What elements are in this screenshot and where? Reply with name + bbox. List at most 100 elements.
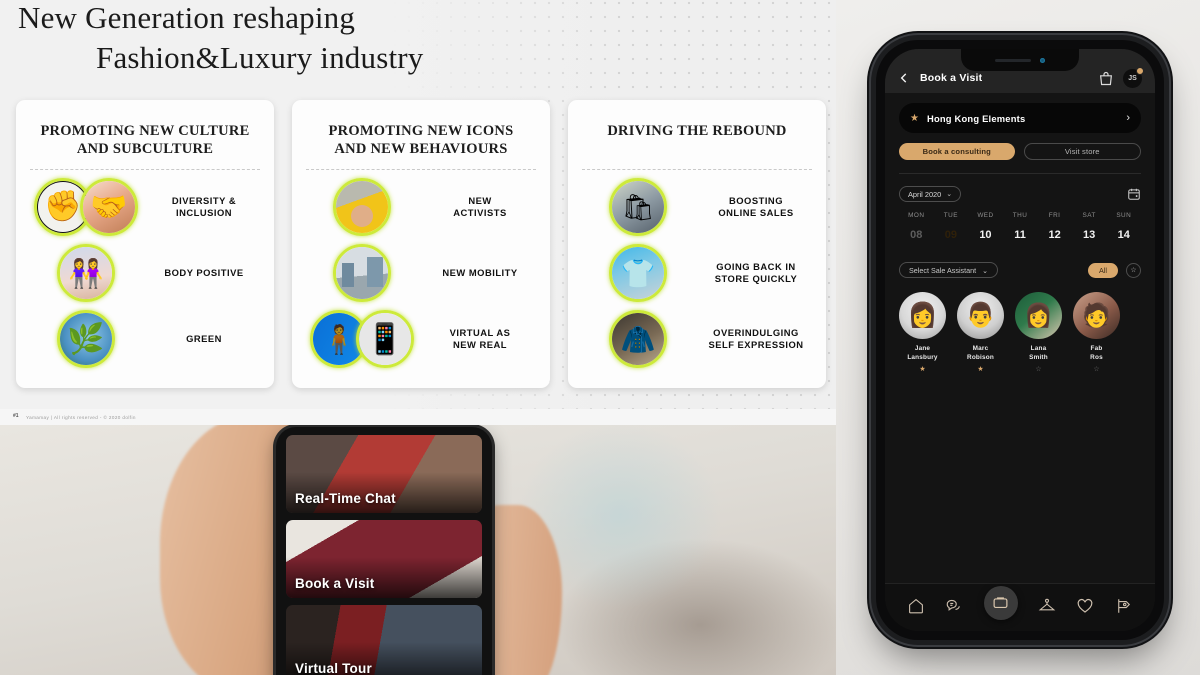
row-label-line-2: STORE QUICKLY	[714, 273, 798, 284]
select-sale-assistant-dropdown[interactable]: Select Sale Assistant ⌄	[899, 262, 999, 278]
row-label-line-2: ONLINE SALES	[718, 207, 794, 218]
card-row: BODY POSITIVE	[28, 244, 262, 302]
chevron-left-icon[interactable]	[897, 71, 911, 85]
row-label: VIRTUAL AS NEW REAL	[426, 327, 538, 352]
notification-badge	[1136, 66, 1144, 75]
row-thumbnails	[304, 244, 420, 302]
row-label: GREEN	[186, 332, 222, 344]
star-filled-icon: ★	[910, 112, 919, 124]
presentation-slide: New Generation reshaping Fashion&Luxury …	[0, 0, 836, 425]
month-selector[interactable]: April 2020 ⌄	[899, 186, 962, 202]
dayname: THU	[1012, 212, 1028, 219]
calendar-day[interactable]: 10	[968, 225, 1003, 246]
row-thumbnails	[28, 310, 144, 368]
city-mobility-icon	[333, 244, 391, 302]
row-label: BOOSTING ONLINE SALES	[702, 195, 814, 220]
card-title-line-2: AND NEW BEHAVIOURS	[334, 140, 508, 157]
assistant-card[interactable]: Fab Ros ☆	[1073, 292, 1120, 373]
star-outline-icon[interactable]: ☆	[1126, 262, 1141, 278]
row-label-line-1: OVERINDULGING	[713, 326, 799, 338]
card-label: Book a Visit	[295, 576, 375, 591]
row-label: DIVERSITY & INCLUSION	[150, 195, 262, 220]
calendar-header: April 2020 ⌄	[899, 186, 1141, 202]
card-rows: NEW ACTIVISTS NEW MOBILITY 🧍 📱 VIRTUAL A…	[304, 170, 538, 378]
card-title: DRIVING THE REBOUND	[580, 114, 814, 160]
toggle-book-a-consulting[interactable]: Book a consulting	[899, 143, 1015, 160]
calendar-icon[interactable]	[1127, 187, 1141, 201]
title-line-2: Fashion&Luxury industry	[96, 40, 424, 75]
name-line-1: Lana	[1030, 345, 1047, 352]
card-row: NEW MOBILITY	[304, 244, 538, 302]
store-selector[interactable]: ★ Hong Kong Elements ›	[899, 103, 1141, 133]
calendar-day[interactable]: 13	[1072, 225, 1107, 246]
assistant-list: Jane Lansbury ★ Marc Robison ★	[899, 292, 1141, 373]
feature-card-real-time-chat[interactable]: Real-Time Chat	[286, 435, 482, 513]
footer-copyright: Yamamay | All rights reserved - © 2020 d…	[26, 414, 136, 420]
store-queue-icon	[609, 244, 667, 302]
card-row: GREEN	[28, 310, 262, 368]
front-camera-icon	[1040, 57, 1045, 63]
assistant-card[interactable]: Marc Robison ★	[957, 292, 1004, 373]
chat-bubbles-icon[interactable]	[945, 597, 963, 615]
row-label-line-1: NEW	[468, 194, 492, 206]
assistant-card[interactable]: Jane Lansbury ★	[899, 292, 946, 373]
calendar-days: 08 09 10 11 12 13 14	[899, 225, 1141, 246]
row-label: BODY POSITIVE	[164, 266, 244, 278]
profile-tag-icon[interactable]	[1115, 597, 1133, 615]
calendar-day[interactable]: 14	[1106, 225, 1141, 246]
row-label-line-2: ACTIVISTS	[453, 207, 507, 218]
row-thumbnails	[304, 178, 420, 236]
clothes-hanger-icon[interactable]	[1038, 597, 1056, 615]
feature-card-book-a-visit[interactable]: Book a Visit	[286, 520, 482, 598]
calendar-day-selected[interactable]: 09	[934, 225, 969, 246]
assistant-card[interactable]: Lana Smith ☆	[1015, 292, 1062, 373]
dayname: TUE	[943, 212, 958, 219]
name-line-1: Fab	[1090, 345, 1103, 352]
assistant-photo	[1015, 292, 1062, 339]
assistant-name: Fab Ros	[1073, 345, 1120, 362]
assistant-name: Jane Lansbury	[899, 345, 946, 362]
card-label: Virtual Tour	[295, 661, 372, 675]
card-row: DIVERSITY & INCLUSION	[28, 178, 262, 236]
slide-canvas: New Generation reshaping Fashion&Luxury …	[0, 0, 1200, 675]
card-title-line-1: PROMOTING NEW CULTURE	[40, 123, 250, 139]
row-label-line-1: VIRTUAL AS	[449, 326, 511, 338]
card-row: BOOSTING ONLINE SALES	[580, 178, 814, 236]
dayname: SUN	[1116, 212, 1132, 219]
store-name: Hong Kong Elements	[926, 112, 1026, 124]
online-shopping-icon	[609, 178, 667, 236]
phone-device-frame: Book a Visit JS ★ Hong Kong Elements › B…	[876, 40, 1164, 640]
star-outline-icon[interactable]: ☆	[1015, 365, 1062, 373]
row-label-line-2: NEW REAL	[453, 339, 507, 350]
row-label: GOING BACK IN STORE QUICKLY	[702, 261, 814, 286]
row-label: OVERINDULGING SELF EXPRESSION	[702, 327, 814, 352]
filter-all-button[interactable]: All	[1088, 262, 1118, 278]
avatar[interactable]: JS	[1123, 66, 1144, 88]
calendar-day[interactable]: 08	[899, 225, 934, 246]
star-filled-icon[interactable]: ★	[957, 365, 1004, 373]
calendar-day[interactable]: 11	[1003, 225, 1038, 246]
calendar-day[interactable]: 12	[1037, 225, 1072, 246]
star-outline-icon[interactable]: ☆	[1073, 365, 1120, 373]
dayname: SAT	[1082, 212, 1096, 219]
card-row: OVERINDULGING SELF EXPRESSION	[580, 310, 814, 368]
footer-mark: #1	[13, 413, 19, 419]
row-thumbnails	[580, 178, 696, 236]
camera-scan-icon[interactable]	[983, 585, 1018, 620]
home-icon[interactable]	[907, 597, 925, 615]
row-thumbnails	[304, 310, 420, 368]
heart-icon[interactable]	[1076, 597, 1094, 615]
avatar-initials: JS	[1128, 74, 1137, 82]
speaker-slit	[995, 58, 1031, 62]
toggle-visit-store[interactable]: Visit store	[1023, 143, 1141, 160]
card-title: PROMOTING NEW ICONS AND NEW BEHAVIOURS	[304, 114, 538, 160]
month-label: April 2020	[908, 189, 942, 199]
phone-in-hand-screen: Real-Time Chat Book a Visit Virtual Tour	[276, 427, 492, 675]
name-line-2: Ros	[1090, 353, 1103, 361]
feature-card-virtual-tour[interactable]: Virtual Tour	[286, 605, 482, 675]
shopping-bag-icon[interactable]	[1098, 70, 1114, 87]
hand-holding-phone-photo: Real-Time Chat Book a Visit Virtual Tour	[0, 425, 836, 675]
card-promoting-new-icons: PROMOTING NEW ICONS AND NEW BEHAVIOURS N…	[292, 100, 550, 388]
assistant-photo	[899, 292, 946, 339]
star-filled-icon[interactable]: ★	[899, 365, 946, 373]
